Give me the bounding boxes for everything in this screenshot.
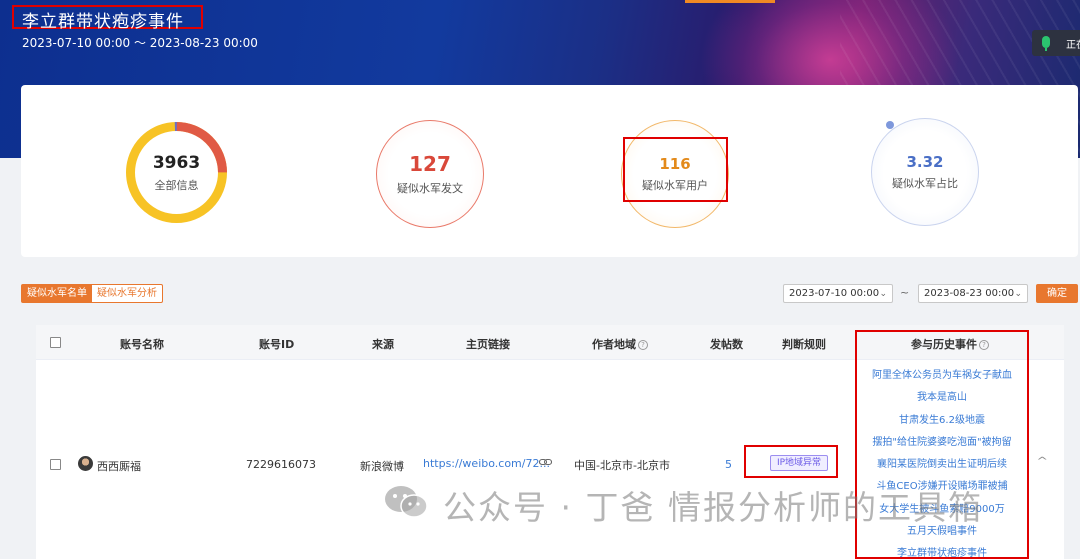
microphone-icon: [1042, 36, 1050, 48]
stat-label: 疑似水军发文: [397, 182, 463, 195]
stat-value: 3.32: [906, 153, 944, 171]
history-event-link[interactable]: 甘肃发生6.2级地震: [857, 410, 1027, 432]
suspected-user-table: 账号名称 账号ID 来源 主页链接 作者地域? 发帖数 判断规则 参与历史事件?…: [36, 325, 1064, 559]
accent-line: [685, 0, 775, 3]
start-date-select[interactable]: 2023-07-10 00:00 ⌄: [783, 284, 893, 303]
select-all-checkbox[interactable]: [50, 337, 61, 348]
row-checkbox[interactable]: [50, 459, 61, 470]
avatar: [78, 456, 93, 471]
history-event-link[interactable]: 斗鱼CEO涉嫌开设赌场罪被捕: [857, 476, 1027, 498]
tab-suspected-analysis[interactable]: 疑似水军分析: [92, 285, 162, 302]
history-event-link[interactable]: 五月天假唱事件: [857, 521, 1027, 543]
history-event-link[interactable]: 阿里全体公务员为车祸女子献血: [857, 365, 1027, 387]
chevron-up-icon[interactable]: ^: [1036, 456, 1048, 467]
history-event-link[interactable]: 李立群带状疱疹事件: [857, 543, 1027, 559]
col-account-id: 账号ID: [259, 338, 295, 351]
confirm-button[interactable]: 确定: [1036, 284, 1078, 303]
col-homepage-link: 主页链接: [466, 338, 510, 351]
end-date-select[interactable]: 2023-08-23 00:00 ⌄: [918, 284, 1028, 303]
history-event-link[interactable]: 女大学生被斗鱼索赔9000万: [857, 499, 1027, 521]
post-count[interactable]: 5: [725, 458, 732, 471]
col-account-name: 账号名称: [120, 338, 164, 351]
start-date-value: 2023-07-10 00:00: [789, 288, 880, 299]
date-separator: ~: [900, 286, 910, 299]
end-date-value: 2023-08-23 00:00: [924, 288, 1015, 299]
stat-label: 疑似水军占比: [892, 177, 958, 190]
link-icon[interactable]: [539, 457, 552, 467]
col-rule: 判断规则: [782, 338, 826, 351]
rule-badge: IP地域异常: [770, 455, 828, 471]
history-event-link[interactable]: 我本是高山: [857, 387, 1027, 409]
users-highlight-box: [623, 137, 728, 202]
history-event-link[interactable]: 摆拍"给住院婆婆吃泡面"被拘留: [857, 432, 1027, 454]
col-post-count: 发帖数: [710, 338, 743, 351]
stat-suspected-posts: 127 疑似水军发文: [376, 120, 484, 228]
author-region: 中国-北京市-北京市: [574, 459, 670, 472]
event-date-range: 2023-07-10 00:00 ～ 2023-08-23 00:00: [22, 36, 258, 50]
stat-label: 全部信息: [154, 178, 199, 192]
col-author-region: 作者地域?: [592, 336, 648, 352]
col-source: 来源: [372, 338, 394, 351]
stat-value: 3963: [152, 152, 201, 173]
stats-card: 3963 全部信息 127 疑似水军发文 116 疑似水军用户 3.32 疑似水…: [21, 85, 1078, 257]
chevron-down-icon: ⌄: [879, 289, 887, 299]
source: 新浪微博: [360, 460, 404, 473]
stat-value: 127: [409, 152, 451, 176]
stat-all-info: 3963 全部信息: [124, 120, 229, 225]
account-name[interactable]: 西西厮福: [97, 458, 141, 474]
chevron-down-icon: ⌄: [1014, 289, 1022, 299]
history-event-list: 阿里全体公务员为车祸女子献血 我本是高山 甘肃发生6.2级地震 摆拍"给住院婆婆…: [857, 365, 1027, 559]
recording-indicator[interactable]: 正在: [1032, 30, 1080, 56]
homepage-link[interactable]: https://weibo.com/72...: [423, 457, 550, 470]
account-id: 7229616073: [246, 458, 316, 471]
history-event-link[interactable]: 襄阳某医院倒卖出生证明后续: [857, 454, 1027, 476]
tab-suspected-list[interactable]: 疑似水军名单: [22, 285, 92, 302]
help-icon[interactable]: ?: [638, 340, 648, 350]
page-title: 李立群带状疱疹事件: [22, 12, 184, 32]
view-tabs: 疑似水军名单 疑似水军分析: [21, 284, 163, 303]
recording-label: 正在: [1066, 40, 1080, 51]
stat-suspected-ratio: 3.32 疑似水军占比: [871, 118, 979, 226]
